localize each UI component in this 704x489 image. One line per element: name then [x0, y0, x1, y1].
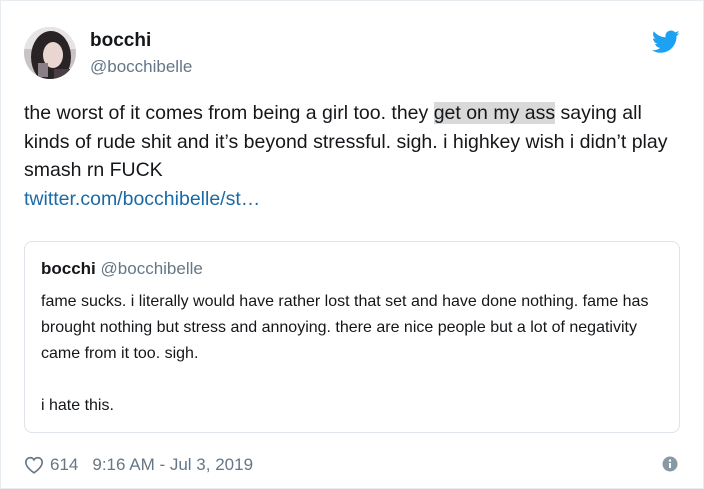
- avatar[interactable]: [24, 27, 76, 79]
- like-count[interactable]: 614: [50, 455, 78, 475]
- tweet-link[interactable]: twitter.com/bocchibelle/st…: [24, 185, 674, 214]
- user-handle[interactable]: @bocchibelle: [90, 57, 192, 77]
- info-icon[interactable]: [662, 456, 678, 472]
- tweet-meta: 614 9:16 AM - Jul 3, 2019: [24, 454, 253, 476]
- display-name[interactable]: bocchi: [90, 30, 151, 52]
- quoted-paragraph-2: i hate this.: [41, 397, 114, 414]
- quoted-user-handle: @bocchibelle: [100, 259, 203, 278]
- quoted-tweet-header: bocchi @bocchibelle: [41, 259, 203, 279]
- twitter-bird-icon[interactable]: [652, 30, 680, 54]
- tweet-text-start: the worst of it comes from being a girl …: [24, 102, 434, 124]
- tweet-card: bocchi @bocchibelle the worst of it come…: [0, 0, 704, 489]
- quoted-paragraph-1: fame sucks. i literally would have rathe…: [41, 293, 649, 362]
- heart-icon[interactable]: [24, 456, 44, 474]
- tweet-text-highlight: get on my ass: [433, 102, 556, 124]
- avatar-image: [24, 27, 76, 79]
- tweet-text: the worst of it comes from being a girl …: [24, 99, 674, 213]
- quoted-tweet-text: fame sucks. i literally would have rathe…: [41, 289, 661, 419]
- quoted-display-name: bocchi: [41, 259, 96, 278]
- quoted-tweet[interactable]: bocchi @bocchibelle fame sucks. i litera…: [24, 241, 680, 433]
- timestamp[interactable]: 9:16 AM - Jul 3, 2019: [92, 455, 253, 475]
